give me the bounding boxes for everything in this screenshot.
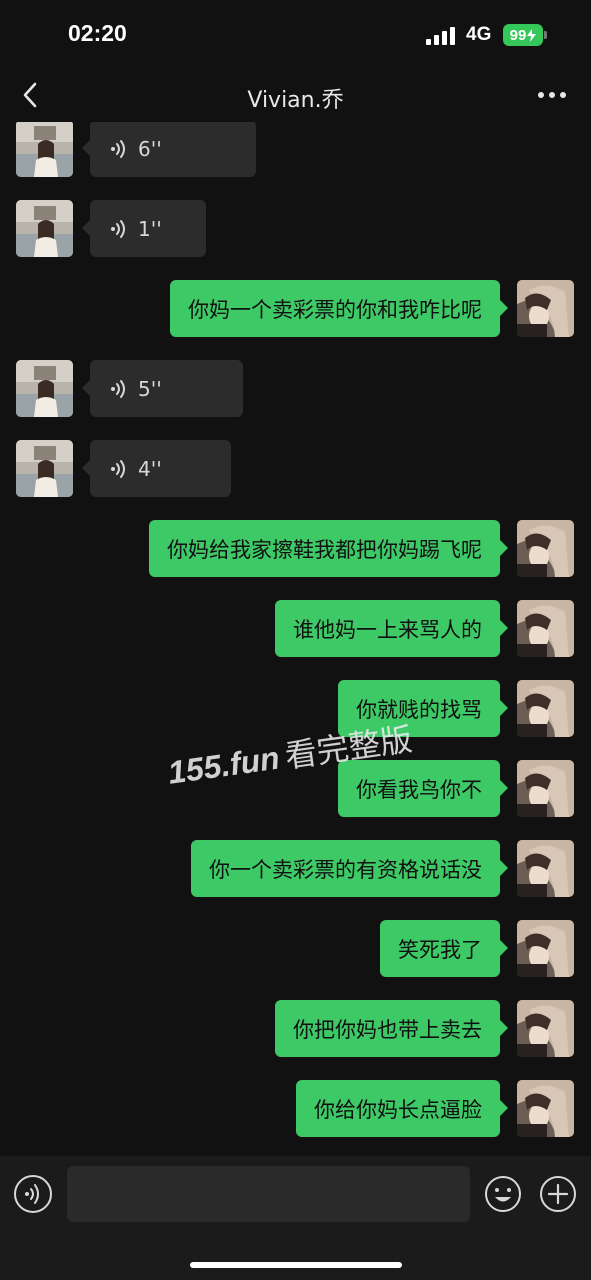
message-row: 你把你妈也带上卖去	[0, 1000, 591, 1058]
contact-avatar[interactable]	[16, 122, 73, 177]
voice-duration: 6''	[138, 136, 162, 161]
charging-icon	[527, 28, 537, 42]
message-row: 你看我鸟你不	[0, 760, 591, 818]
contact-avatar[interactable]	[16, 360, 73, 417]
user-avatar[interactable]	[517, 520, 574, 577]
user-avatar[interactable]	[517, 280, 574, 337]
message-row: 你就贱的找骂	[0, 680, 591, 738]
nav-bar: Vivian.乔	[0, 70, 591, 122]
text-message-bubble[interactable]: 你给你妈长点逼脸	[296, 1080, 508, 1137]
text-message-bubble[interactable]: 你就贱的找骂	[338, 680, 508, 737]
contact-avatar[interactable]	[16, 200, 73, 257]
status-time: 02:20	[68, 20, 127, 46]
user-avatar[interactable]	[517, 760, 574, 817]
text-message-bubble[interactable]: 你把你妈也带上卖去	[275, 1000, 508, 1057]
battery-icon: 99	[503, 24, 543, 46]
emoji-button[interactable]	[484, 1175, 522, 1213]
message-row: 笑死我了	[0, 920, 591, 978]
chat-title: Vivian.乔	[247, 88, 344, 113]
user-avatar[interactable]	[517, 680, 574, 737]
voice-wave-icon	[111, 379, 125, 398]
text-message-bubble[interactable]: 你一个卖彩票的有资格说话没	[191, 840, 508, 897]
voice-message-bubble[interactable]: 4''	[82, 440, 231, 497]
message-row: 6''	[0, 122, 591, 178]
voice-duration: 1''	[138, 216, 162, 241]
message-input[interactable]	[67, 1166, 470, 1222]
message-row: 1''	[0, 200, 591, 258]
text-message-bubble[interactable]: 笑死我了	[380, 920, 508, 977]
message-row: 你一个卖彩票的有资格说话没	[0, 840, 591, 898]
home-indicator[interactable]	[190, 1262, 402, 1268]
voice-message-bubble[interactable]: 1''	[82, 200, 206, 257]
voice-duration: 5''	[138, 376, 162, 401]
message-row: 4''	[0, 440, 591, 498]
smiley-icon	[485, 1176, 521, 1212]
battery-tip	[544, 31, 547, 39]
user-avatar[interactable]	[517, 920, 574, 977]
user-avatar[interactable]	[517, 600, 574, 657]
user-avatar[interactable]	[517, 1080, 574, 1137]
voice-wave-icon	[111, 219, 125, 238]
text-message-bubble[interactable]: 你妈一个卖彩票的你和我咋比呢	[170, 280, 508, 337]
message-row: 你妈一个卖彩票的你和我咋比呢	[0, 280, 591, 338]
user-avatar[interactable]	[517, 1000, 574, 1057]
more-dots-icon	[538, 92, 566, 98]
voice-wave-icon	[25, 1184, 39, 1204]
text-message-bubble[interactable]: 你看我鸟你不	[338, 760, 508, 817]
message-row: 5''	[0, 360, 591, 418]
message-row: 你给你妈长点逼脸	[0, 1080, 591, 1138]
signal-icon	[426, 27, 458, 45]
voice-wave-icon	[111, 139, 125, 158]
status-bar: 02:20 4G 99	[0, 0, 591, 70]
more-actions-button[interactable]	[539, 1175, 577, 1213]
contact-avatar[interactable]	[16, 440, 73, 497]
voice-wave-icon	[111, 459, 125, 478]
text-message-bubble[interactable]: 谁他妈一上来骂人的	[275, 600, 508, 657]
voice-duration: 4''	[138, 456, 162, 481]
chat-list[interactable]: 6'' 1'' 你妈一个卖彩票的你和我咋比呢 5'' 4'' 你妈给我家擦鞋我都…	[0, 122, 591, 1156]
plus-circle-icon	[540, 1176, 576, 1212]
voice-input-button[interactable]	[14, 1175, 52, 1213]
voice-message-bubble[interactable]: 5''	[82, 360, 243, 417]
input-bar	[0, 1156, 591, 1280]
user-avatar[interactable]	[517, 840, 574, 897]
message-row: 谁他妈一上来骂人的	[0, 600, 591, 658]
network-type: 4G	[466, 24, 492, 45]
text-message-bubble[interactable]: 你妈给我家擦鞋我都把你妈踢飞呢	[149, 520, 508, 577]
voice-message-bubble[interactable]: 6''	[82, 122, 256, 177]
more-button[interactable]	[536, 84, 568, 106]
message-row: 你妈给我家擦鞋我都把你妈踢飞呢	[0, 520, 591, 578]
battery-level: 99	[509, 26, 527, 44]
